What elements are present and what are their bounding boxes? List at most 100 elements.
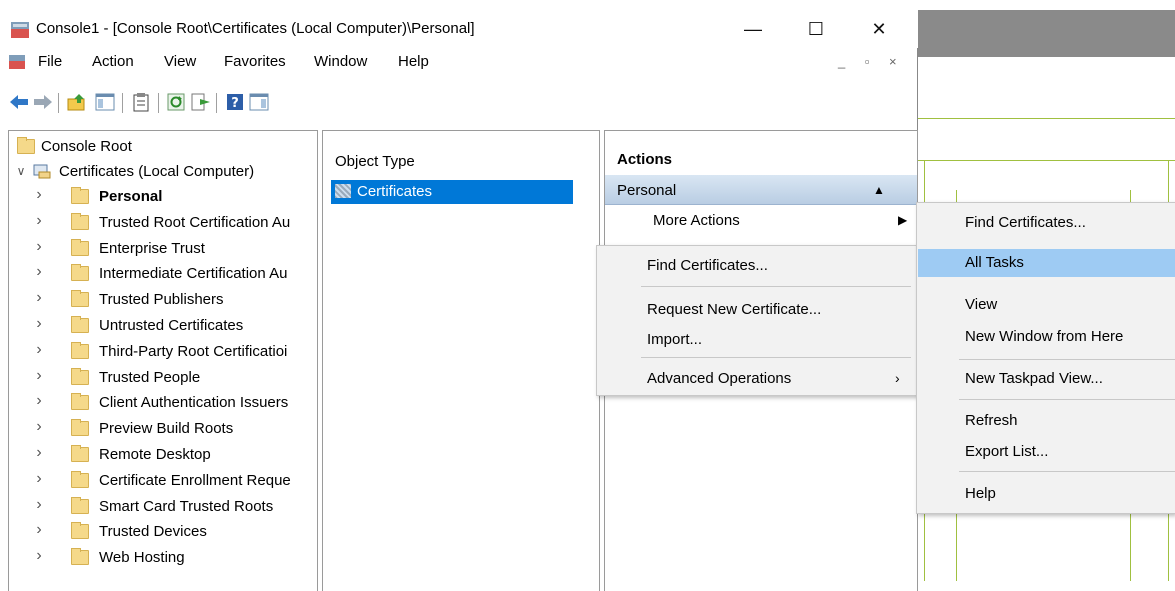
refresh-icon[interactable] bbox=[166, 91, 188, 113]
menu-item-export-list[interactable]: Export List... bbox=[917, 438, 1175, 466]
forward-icon[interactable] bbox=[32, 91, 54, 113]
collapse-triangle-icon[interactable]: ▲ bbox=[873, 183, 885, 197]
folder-icon bbox=[71, 445, 89, 462]
tree-item-store[interactable]: › Web Hosting bbox=[9, 546, 309, 572]
tree-item-store[interactable]: › Personal bbox=[9, 185, 309, 211]
chevron-right-icon[interactable]: › bbox=[33, 315, 45, 333]
menu-item-find-certificates[interactable]: Find Certificates... bbox=[917, 209, 1175, 237]
close-button[interactable]: ✕ bbox=[856, 10, 902, 48]
results-pane: Object Type Certificates bbox=[322, 130, 600, 591]
chevron-down-icon[interactable]: ∨ bbox=[15, 164, 27, 178]
tree-item-store[interactable]: › Trusted Devices bbox=[9, 520, 309, 546]
tree-item-store[interactable]: › Certificate Enrollment Reque bbox=[9, 469, 309, 495]
menu-item-label: Find Certificates... bbox=[965, 214, 1086, 231]
folder-icon bbox=[71, 212, 89, 230]
show-hide-tree-icon[interactable] bbox=[94, 91, 116, 113]
maximize-button[interactable]: ☐ bbox=[793, 10, 839, 48]
chevron-right-icon[interactable]: › bbox=[33, 186, 45, 204]
menu-item-new-taskpad-view[interactable]: New Taskpad View... bbox=[917, 365, 1175, 393]
window-title: Console1 - [Console Root\Certificates (L… bbox=[36, 20, 475, 37]
chevron-right-icon[interactable]: › bbox=[33, 470, 45, 488]
tree-item-label: Certificates (Local Computer) bbox=[59, 163, 255, 180]
show-hide-action-pane-icon[interactable] bbox=[248, 91, 270, 113]
tree-item-label: Enterprise Trust bbox=[99, 239, 205, 257]
menu-item-label: New Window from Here bbox=[965, 328, 1124, 345]
menu-action[interactable]: Action bbox=[92, 53, 134, 70]
properties-icon[interactable] bbox=[130, 91, 152, 113]
menu-item-label: Help bbox=[965, 485, 996, 502]
background-rule bbox=[916, 118, 1175, 119]
title-bar: Console1 - [Console Root\Certificates (L… bbox=[0, 10, 918, 48]
chevron-right-icon[interactable]: › bbox=[33, 392, 45, 410]
tree-item-label: Trusted Publishers bbox=[99, 291, 224, 309]
chevron-right-icon[interactable]: › bbox=[33, 212, 45, 230]
chevron-right-icon[interactable]: › bbox=[33, 418, 45, 436]
menu-help[interactable]: Help bbox=[398, 53, 429, 70]
menu-window[interactable]: Window bbox=[314, 53, 367, 70]
chevron-right-icon[interactable]: › bbox=[33, 444, 45, 462]
more-actions-item[interactable]: More Actions bbox=[653, 212, 740, 229]
menu-item-import[interactable]: Import... bbox=[597, 326, 917, 354]
chevron-right-icon[interactable]: › bbox=[33, 367, 45, 385]
tree-item-certificates-local-computer[interactable]: ∨ Certificates (Local Computer) bbox=[9, 160, 309, 186]
actions-section-personal[interactable]: Personal ▲ bbox=[605, 175, 917, 205]
list-item-certificates[interactable]: Certificates bbox=[331, 180, 573, 204]
menu-item-help[interactable]: Help bbox=[917, 480, 1175, 508]
tree-item-store[interactable]: › Intermediate Certification Au bbox=[9, 262, 309, 288]
menu-separator bbox=[959, 399, 1175, 400]
menu-item-request-new-certificate[interactable]: Request New Certificate... bbox=[597, 296, 917, 324]
tree-item-store[interactable]: › Preview Build Roots bbox=[9, 417, 309, 443]
menu-bar: File Action View Favorites Window Help _… bbox=[0, 48, 918, 75]
menu-separator bbox=[959, 359, 1175, 360]
menu-item-advanced-operations[interactable]: Advanced Operations › bbox=[597, 365, 917, 393]
tree-item-store[interactable]: › Trusted Root Certification Au bbox=[9, 211, 309, 237]
column-header-object-type[interactable]: Object Type bbox=[335, 153, 415, 170]
mmc-app-icon bbox=[11, 22, 29, 38]
back-icon[interactable] bbox=[8, 91, 30, 113]
tree-item-label: Certificate Enrollment Reque bbox=[99, 471, 291, 489]
menu-item-new-window-from-here[interactable]: New Window from Here bbox=[917, 323, 1175, 351]
up-one-level-icon[interactable] bbox=[66, 91, 88, 113]
menu-item-all-tasks[interactable]: All Tasks bbox=[918, 249, 1175, 277]
mdi-child-controls[interactable]: _ ▫ × bbox=[838, 54, 905, 69]
chevron-right-icon[interactable]: › bbox=[33, 263, 45, 281]
console-tree: Console Root ∨ Certificates (Local Compu… bbox=[8, 130, 318, 591]
tree-item-label: Personal bbox=[99, 188, 163, 205]
tree-item-store[interactable]: › Trusted People bbox=[9, 366, 309, 392]
tree-item-store[interactable]: › Trusted Publishers bbox=[9, 288, 309, 314]
menu-item-refresh[interactable]: Refresh bbox=[917, 407, 1175, 435]
chevron-right-icon[interactable]: › bbox=[33, 496, 45, 514]
svg-text:?: ? bbox=[231, 96, 239, 111]
tree-item-console-root[interactable]: Console Root bbox=[9, 135, 309, 161]
chevron-right-icon[interactable]: › bbox=[33, 547, 45, 565]
chevron-right-icon[interactable]: › bbox=[33, 521, 45, 539]
chevron-right-icon[interactable]: › bbox=[33, 238, 45, 256]
toolbar: ? bbox=[0, 75, 918, 125]
menu-item-find-certificates[interactable]: Find Certificates... bbox=[597, 252, 917, 280]
tree-item-label: Web Hosting bbox=[99, 549, 185, 567]
menu-view[interactable]: View bbox=[164, 53, 196, 70]
folder-icon bbox=[71, 341, 89, 359]
tree-item-label: Third-Party Root Certificatioi bbox=[99, 342, 288, 360]
tree-item-store[interactable]: › Client Authentication Issuers bbox=[9, 391, 309, 417]
menu-separator bbox=[641, 286, 911, 287]
tree-item-store[interactable]: › Untrusted Certificates bbox=[9, 314, 309, 340]
tree-item-label: Preview Build Roots bbox=[99, 420, 234, 438]
menu-file[interactable]: File bbox=[38, 53, 62, 70]
menu-favorites[interactable]: Favorites bbox=[224, 53, 286, 70]
folder-icon bbox=[71, 393, 89, 411]
tree-item-store[interactable]: › Enterprise Trust bbox=[9, 237, 309, 263]
help-icon[interactable]: ? bbox=[224, 91, 246, 113]
tree-item-store[interactable]: › Smart Card Trusted Roots bbox=[9, 495, 309, 521]
tree-item-store[interactable]: › Third-Party Root Certificatioi bbox=[9, 340, 309, 366]
mmc-document-icon[interactable] bbox=[8, 54, 26, 70]
menu-item-label: All Tasks bbox=[965, 254, 1024, 271]
export-list-icon[interactable] bbox=[190, 91, 212, 113]
chevron-right-icon[interactable]: › bbox=[33, 289, 45, 307]
minimize-button[interactable]: — bbox=[730, 10, 776, 48]
actions-header: Actions bbox=[605, 143, 917, 171]
menu-item-label: Find Certificates... bbox=[647, 257, 768, 274]
tree-item-store[interactable]: › Remote Desktop bbox=[9, 443, 309, 469]
menu-item-view[interactable]: View bbox=[917, 291, 1175, 319]
chevron-right-icon[interactable]: › bbox=[33, 341, 45, 359]
